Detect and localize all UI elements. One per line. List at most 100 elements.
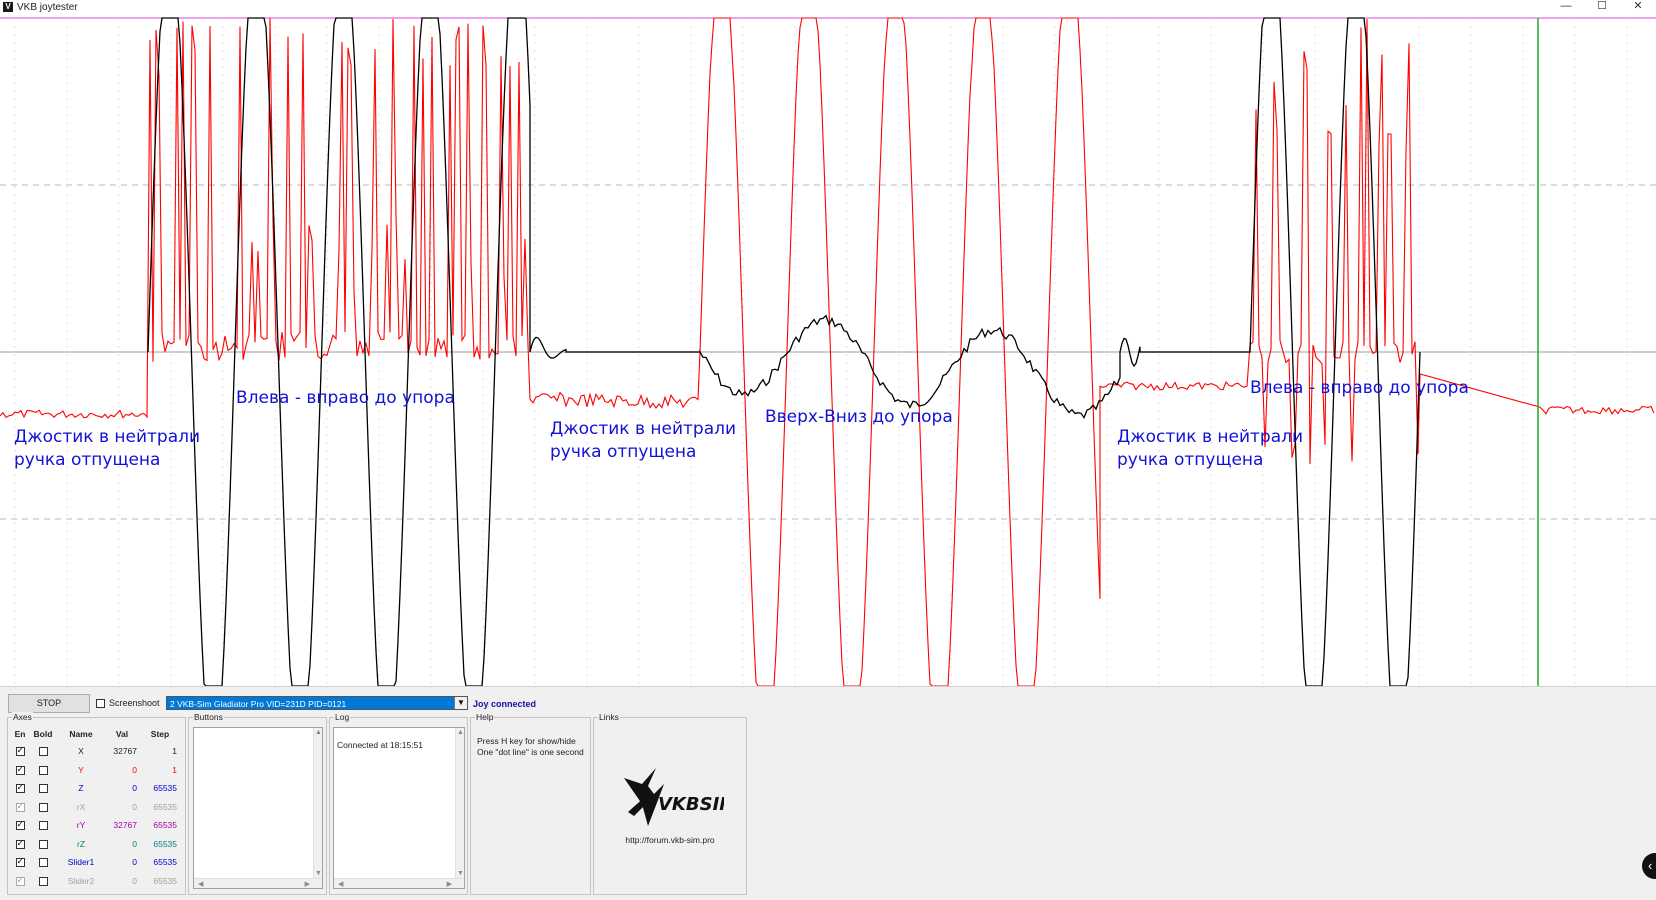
- axis-value: 0: [132, 764, 137, 775]
- axis-step: 1: [172, 764, 177, 775]
- axis-bold-checkbox[interactable]: [38, 765, 48, 775]
- window-title: VKB joytester: [17, 1, 78, 13]
- signal-plot: Джостик в нейтрали ручка отпущена Влева -…: [0, 14, 1656, 686]
- scroll-up-icon[interactable]: ▲: [457, 729, 464, 736]
- scroll-up-icon[interactable]: ▲: [315, 729, 322, 736]
- axis-enable-checkbox[interactable]: [15, 782, 25, 794]
- screenshot-label: Screenshoot: [109, 698, 160, 708]
- screenshot-checkbox[interactable]: Screenshoot: [96, 698, 160, 708]
- axis-row: rZ 0 65535: [12, 835, 180, 854]
- log-group-title: Log: [334, 712, 351, 722]
- links-group: Links VKBSIM http://forum.vkb-sim.pro: [593, 712, 747, 895]
- buttons-horizontal-scrollbar[interactable]: ◀ ▶: [194, 878, 322, 888]
- axis-name: rZ: [76, 838, 86, 849]
- axes-group-title: Axes: [12, 712, 33, 722]
- log-horizontal-scrollbar[interactable]: ◀ ▶: [334, 878, 464, 888]
- scroll-down-icon[interactable]: ▼: [315, 870, 322, 877]
- buttons-group: Buttons ▲ ▼ ◀ ▶: [188, 712, 327, 895]
- axis-bold-checkbox[interactable]: [38, 802, 48, 812]
- log-vertical-scrollbar[interactable]: ▲ ▼: [455, 728, 464, 878]
- axes-table: En Bold Name Val Step X327671Y01Z065535r…: [12, 726, 180, 890]
- axes-header-row: En Bold Name Val Step: [12, 726, 180, 742]
- help-group-title: Help: [475, 712, 495, 722]
- axis-enable-checkbox[interactable]: [15, 801, 25, 812]
- help-group: Help Press H key for show/hide One "dot …: [470, 712, 591, 895]
- axis-bold-cell: [28, 872, 58, 891]
- axis-enable-cell: [12, 779, 28, 798]
- axis-bold-cell: [28, 798, 58, 817]
- axis-enable-cell: [12, 761, 28, 780]
- scroll-down-icon[interactable]: ▼: [457, 870, 464, 877]
- axis-row: Z 0 65535: [12, 779, 180, 798]
- axis-bold-cell: [28, 853, 58, 872]
- links-group-title: Links: [598, 712, 620, 722]
- axis-name: X: [78, 746, 84, 757]
- log-list[interactable]: Connected at 18:15:51 ▲ ▼ ◀ ▶: [333, 727, 465, 889]
- axis-enable-checkbox[interactable]: [15, 819, 25, 831]
- scroll-left-icon[interactable]: ◀: [198, 880, 203, 888]
- axes-group: Axes En Bold Name Val Step X 32767 1 Y 0 1 Z 0 6…: [7, 712, 186, 895]
- connection-status: Joy connected: [473, 699, 537, 709]
- axis-name: Slider2: [67, 875, 95, 886]
- axis-name: Z: [78, 783, 84, 794]
- axis-enable-cell: [12, 853, 28, 872]
- axis-step: 65535: [153, 875, 177, 886]
- minimize-button[interactable]: —: [1548, 0, 1584, 14]
- log-entry: Connected at 18:15:51: [337, 740, 424, 750]
- maximize-button[interactable]: ☐: [1584, 0, 1620, 14]
- axis-bold-checkbox[interactable]: [38, 858, 48, 868]
- axis-bold-checkbox[interactable]: [38, 839, 48, 849]
- axis-row: Slider1 0 65535: [12, 853, 180, 872]
- axis-bold-checkbox[interactable]: [38, 747, 48, 757]
- axis-bold-checkbox[interactable]: [38, 784, 48, 794]
- scroll-right-icon[interactable]: ▶: [447, 880, 452, 888]
- axis-enable-checkbox[interactable]: [15, 745, 25, 757]
- vkbsim-logo-text: VKBSIM: [658, 794, 724, 815]
- axis-step: 65535: [153, 838, 177, 849]
- axis-name: rX: [76, 801, 86, 812]
- scroll-right-icon[interactable]: ▶: [305, 880, 310, 888]
- axis-enable-checkbox[interactable]: [15, 875, 25, 886]
- axis-bold-cell: [28, 761, 58, 780]
- title-bar: V VKB joytester — ☐ ✕: [0, 0, 1656, 14]
- axis-value: 0: [132, 857, 137, 868]
- axis-enable-cell: [12, 798, 28, 817]
- axis-value: 0: [132, 838, 137, 849]
- buttons-vertical-scrollbar[interactable]: ▲ ▼: [313, 728, 322, 878]
- axis-bold-checkbox[interactable]: [38, 821, 48, 831]
- axis-bold-checkbox[interactable]: [38, 876, 48, 886]
- axis-value: 0: [132, 875, 137, 886]
- device-dropdown[interactable]: 2 VKB-Sim Gladiator Pro VID=231D PID=012…: [166, 696, 468, 710]
- axis-bold-cell: [28, 742, 58, 761]
- scroll-left-icon[interactable]: ◀: [338, 880, 343, 888]
- axis-value: 32767: [113, 746, 137, 757]
- log-group: Log Connected at 18:15:51 ▲ ▼ ◀ ▶: [329, 712, 468, 895]
- col-en: En: [14, 729, 26, 739]
- help-text: Press H key for show/hide One "dot line"…: [477, 736, 584, 757]
- forum-link[interactable]: http://forum.vkb-sim.pro: [594, 835, 746, 845]
- axis-enable-cell: [12, 872, 28, 891]
- window-controls: — ☐ ✕: [1548, 0, 1656, 14]
- axis-enable-checkbox[interactable]: [15, 838, 25, 849]
- col-bold: Bold: [33, 729, 53, 739]
- axis-name: Slider1: [67, 857, 95, 868]
- annotation-neutral-2: Джостик в нейтрали ручка отпущена: [550, 419, 737, 462]
- axis-enable-checkbox[interactable]: [15, 764, 25, 775]
- buttons-group-title: Buttons: [193, 712, 224, 722]
- axis-row: Y 0 1: [12, 761, 180, 780]
- col-val: Val: [115, 729, 129, 739]
- screenshot-checkbox-box[interactable]: [96, 698, 105, 708]
- app-icon: V: [3, 2, 13, 12]
- control-panel: STOP Screenshoot 2 VKB-Sim Gladiator Pro…: [0, 686, 1656, 900]
- annotation-neutral-3: Джостик в нейтрали ручка отпущена: [1117, 427, 1304, 470]
- col-step: Step: [150, 729, 170, 739]
- axis-step: 65535: [153, 820, 177, 831]
- axis-enable-checkbox[interactable]: [15, 856, 25, 868]
- annotation-left-right-2: Влева - вправо до упора: [1250, 378, 1469, 398]
- buttons-list[interactable]: ▲ ▼ ◀ ▶: [193, 727, 323, 889]
- chevron-down-icon[interactable]: ▼: [454, 697, 467, 709]
- stop-button[interactable]: STOP: [8, 694, 90, 713]
- plot-canvas: [0, 17, 1656, 686]
- axis-row: X 32767 1: [12, 742, 180, 761]
- close-button[interactable]: ✕: [1620, 0, 1656, 14]
